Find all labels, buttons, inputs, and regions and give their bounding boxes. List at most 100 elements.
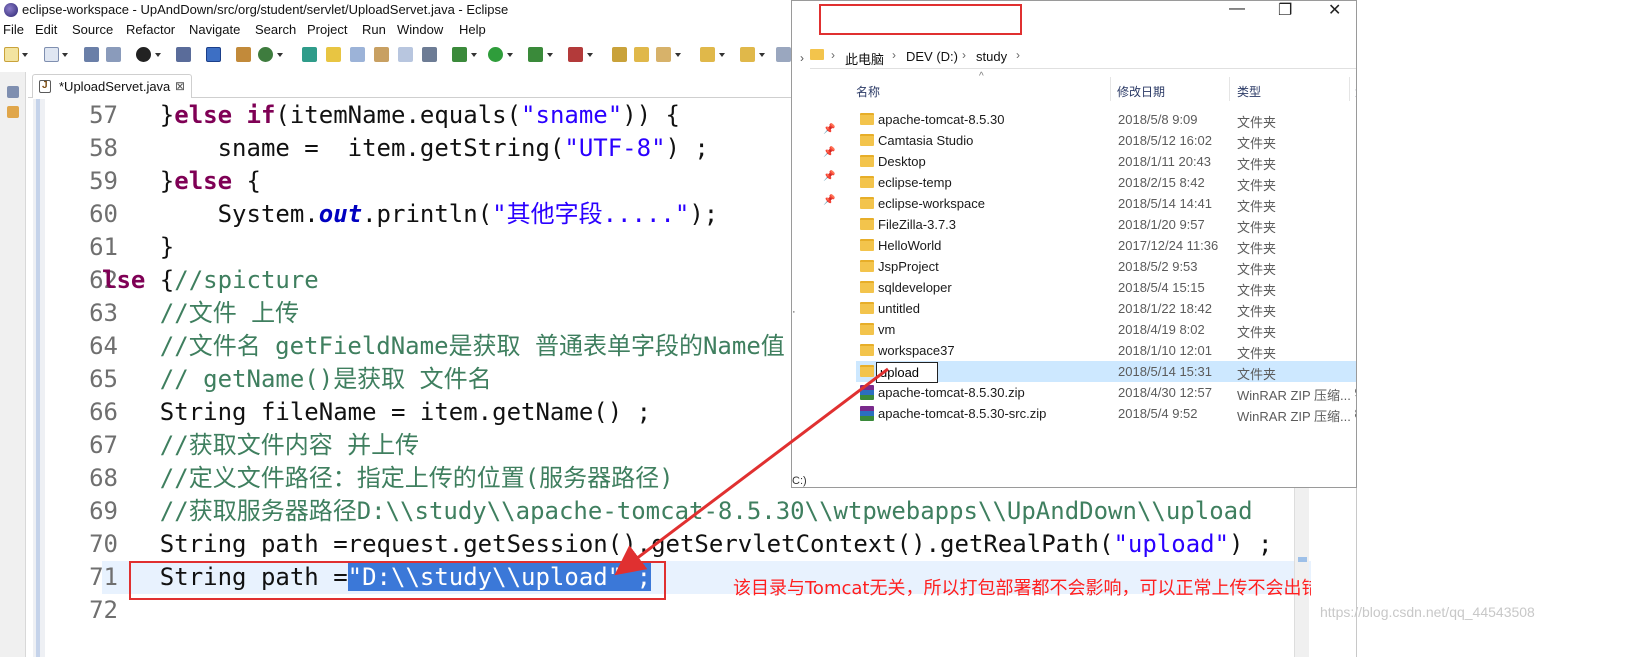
file-row[interactable]: sqldeveloper 2018/5/4 15:15 文件夹	[856, 277, 1356, 298]
package-icon[interactable]	[236, 47, 251, 62]
whitespace-icon[interactable]	[398, 47, 413, 62]
file-row[interactable]: apache-tomcat-8.5.30-src.zip 2018/5/4 9:5…	[856, 403, 1356, 424]
chevron-down-icon[interactable]	[675, 53, 681, 57]
code-token: }	[102, 233, 175, 261]
code-line[interactable]: 69 //获取服务器路径D:\\study\\apache-tomcat-8.5…	[28, 495, 1311, 528]
menu-refactor[interactable]: Refactor	[126, 22, 175, 37]
chevron-down-icon[interactable]	[155, 53, 161, 57]
chevron-right-icon[interactable]: ›	[892, 48, 896, 62]
chevron-down-icon[interactable]	[759, 53, 765, 57]
paragraph-icon[interactable]	[422, 47, 437, 62]
open-folder-icon[interactable]	[634, 47, 649, 62]
breadcrumb-this-pc[interactable]: 此电脑	[845, 49, 884, 68]
chevron-down-icon[interactable]	[507, 53, 513, 57]
breadcrumb-study[interactable]: study	[976, 49, 1007, 64]
save-all-icon[interactable]	[106, 47, 121, 62]
file-row[interactable]: workspace37 2018/1/10 12:01 文件夹	[856, 340, 1356, 361]
menu-project[interactable]: Project	[307, 22, 347, 37]
menu-help[interactable]: Help	[459, 22, 486, 37]
chevron-down-icon[interactable]	[587, 53, 593, 57]
new-icon[interactable]	[4, 47, 19, 62]
column-divider[interactable]	[1110, 77, 1111, 101]
chevron-down-icon[interactable]	[547, 53, 553, 57]
restore-icon[interactable]: ❐	[1278, 1, 1292, 20]
code-text: // getName()是获取 文件名	[102, 363, 492, 396]
file-row[interactable]: apache-tomcat-8.5.30 2018/5/8 9:09 文件夹	[856, 109, 1356, 130]
code-token: //获取服务器路径D:\\study\\apache-tomcat-8.5.30…	[102, 497, 1253, 525]
console-icon[interactable]	[176, 47, 191, 62]
file-row[interactable]: HelloWorld 2017/12/24 11:36 文件夹	[856, 235, 1356, 256]
minimize-view-icon[interactable]	[7, 86, 19, 98]
open-type-icon[interactable]	[612, 47, 627, 62]
pin-icon[interactable]: 📌	[823, 195, 835, 206]
editor-scrollbar[interactable]	[1294, 479, 1309, 657]
new-window-icon[interactable]	[44, 47, 59, 62]
save-icon[interactable]	[84, 47, 99, 62]
bug-icon[interactable]	[452, 47, 467, 62]
chevron-down-icon[interactable]	[471, 53, 477, 57]
chevron-right-icon[interactable]: ›	[962, 48, 966, 62]
code-token: }	[102, 167, 175, 195]
folder-icon	[860, 344, 874, 356]
pin-icon[interactable]: 📌	[823, 124, 835, 135]
menu-source[interactable]: Source	[72, 22, 113, 37]
menu-navigate[interactable]: Navigate	[189, 22, 240, 37]
chevron-down-icon[interactable]	[62, 53, 68, 57]
chevron-down-icon[interactable]	[22, 53, 28, 57]
pin-icon[interactable]: 📌	[823, 147, 835, 158]
close-icon[interactable]: ⊠	[175, 79, 185, 93]
next-annotation-icon[interactable]	[700, 47, 715, 62]
rename-input[interactable]: upload	[876, 362, 938, 383]
toggle-mark-icon[interactable]	[350, 47, 365, 62]
server-icon[interactable]	[568, 47, 583, 62]
package-explorer-icon[interactable]	[7, 106, 19, 118]
external-tools-icon[interactable]	[528, 47, 543, 62]
file-row[interactable]: Camtasia Studio 2018/5/12 16:02 文件夹	[856, 130, 1356, 151]
menu-window[interactable]: Window	[397, 22, 443, 37]
file-row[interactable]: eclipse-workspace 2018/5/14 14:41 文件夹	[856, 193, 1356, 214]
column-name[interactable]: 名称	[856, 83, 880, 100]
chevron-down-icon[interactable]	[277, 53, 283, 57]
menu-search[interactable]: Search	[255, 22, 296, 37]
back-icon[interactable]	[776, 47, 791, 62]
file-type: WinRAR ZIP 压缩...	[1237, 409, 1351, 424]
menu-run[interactable]: Run	[362, 22, 386, 37]
code-token: {	[232, 167, 261, 195]
file-row[interactable]: eclipse-temp 2018/2/15 8:42 文件夹	[856, 172, 1356, 193]
address-bar[interactable]: › 此电脑 › DEV (D:) › study › ⇱	[810, 41, 1356, 69]
file-row[interactable]: vm 2018/4/19 8:02 文件夹	[856, 319, 1356, 340]
column-modified[interactable]: 修改日期	[1117, 83, 1165, 100]
run-icon[interactable]	[488, 47, 503, 62]
column-divider[interactable]	[1349, 77, 1350, 101]
file-row[interactable]: Desktop 2018/1/11 20:43 文件夹	[856, 151, 1356, 172]
file-row[interactable]: FileZilla-3.7.3 2018/1/20 9:57 文件夹	[856, 214, 1356, 235]
pin-icon[interactable]: 📌	[823, 171, 835, 182]
block-select-icon[interactable]	[374, 47, 389, 62]
chevron-down-icon[interactable]	[719, 53, 725, 57]
file-row[interactable]: untitled 2018/1/22 18:42 文件夹	[856, 298, 1356, 319]
menu-file[interactable]: File	[3, 22, 24, 37]
pin-icon[interactable]	[302, 47, 317, 62]
highlight-icon[interactable]	[326, 47, 341, 62]
file-row[interactable]: JspProject 2018/5/2 9:53 文件夹	[856, 256, 1356, 277]
prev-annotation-icon[interactable]	[740, 47, 755, 62]
minimize-icon[interactable]: —	[1229, 1, 1245, 18]
chevron-right-icon[interactable]: ›	[800, 51, 804, 65]
skip-breakpoints-icon[interactable]	[206, 47, 221, 62]
column-size[interactable]: 大小	[1355, 83, 1356, 100]
pen-icon[interactable]	[656, 47, 671, 62]
refresh-icon[interactable]	[258, 47, 273, 62]
menu-edit[interactable]: Edit	[35, 22, 57, 37]
chevron-right-icon[interactable]: ›	[831, 48, 835, 62]
code-text: sname = item.getString("UTF-8") ;	[102, 132, 709, 165]
code-line[interactable]: 70 String path =request.getSession().get…	[28, 528, 1311, 561]
annotation-note: 该目录与Tomcat无关，所以打包部署都不会影响，可以正常上传不会出错	[733, 578, 1320, 599]
breadcrumb-dev-drive[interactable]: DEV (D:)	[906, 49, 958, 64]
column-divider[interactable]	[1229, 77, 1230, 101]
close-icon[interactable]: ✕	[1328, 1, 1341, 20]
editor-tab[interactable]: *UploadServet.java ⊠	[32, 74, 192, 98]
debug-profile-icon[interactable]	[136, 47, 151, 62]
column-type[interactable]: 类型	[1237, 83, 1261, 100]
chevron-right-icon[interactable]: ›	[1016, 48, 1020, 62]
file-row[interactable]: apache-tomcat-8.5.30.zip 2018/4/30 12:57 W…	[856, 382, 1356, 403]
